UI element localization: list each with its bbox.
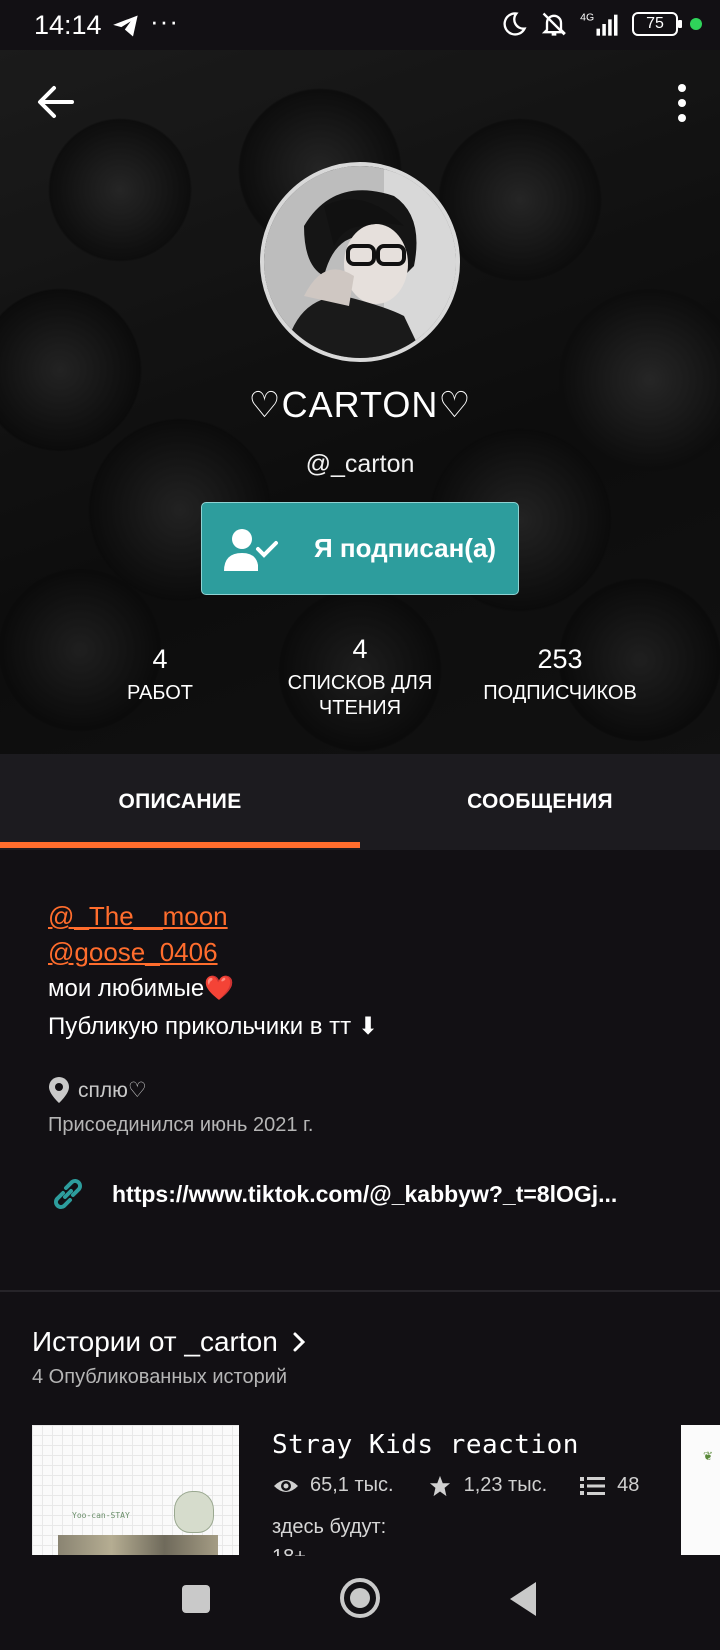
system-nav-bar	[0, 1556, 720, 1650]
tab-description-label: ОПИСАНИЕ	[118, 790, 242, 813]
stories-header[interactable]: Истории от _carton	[32, 1326, 306, 1358]
stories-title: Истории от _carton	[32, 1326, 278, 1357]
home-button[interactable]	[340, 1578, 380, 1618]
tab-messages-label: СООБЩЕНИЯ	[467, 790, 613, 813]
profile-header: ♡CARTON♡ @_carton Я подписан(а) 4 РАБОТ …	[0, 50, 720, 754]
status-time: 14:14	[34, 10, 102, 40]
status-icons: 4G 75	[500, 10, 702, 38]
story-description-cutoff: 18+	[272, 1546, 306, 1556]
profile-description: @_The__moon @goose_0406 мои любимые❤️ Пу…	[48, 898, 688, 1046]
stat-reading-lists[interactable]: 4 СПИСКОВ ДЛЯ ЧТЕНИЯ	[270, 634, 450, 721]
stories-count: 4 Опубликованных историй	[32, 1366, 288, 1388]
more-notifications-icon: ···	[150, 6, 179, 36]
avatar-image	[264, 166, 456, 358]
link-icon	[54, 1179, 82, 1209]
story-title[interactable]: Stray Kids reaction	[272, 1430, 579, 1460]
recents-button[interactable]	[182, 1585, 210, 1613]
following-label: Я подписан(а)	[314, 533, 497, 563]
reading-lists-label-line1: СПИСКОВ ДЛЯ	[287, 672, 433, 694]
location: сплю♡	[48, 1076, 147, 1104]
story-cover[interactable]: Yoo-can-STAY	[32, 1425, 239, 1555]
bio-line: мои любимые❤️	[48, 970, 688, 1008]
link-url: https://www.tiktok.com/@_kabbyw?_t=8lOGj…	[112, 1180, 618, 1207]
display-name: ♡CARTON♡	[248, 384, 472, 425]
story-views: 65,1 тыс.	[310, 1474, 394, 1496]
moon-icon	[503, 12, 527, 36]
tab-description[interactable]: ОПИСАНИЕ	[0, 754, 360, 850]
story-description: здесь будут:	[272, 1516, 387, 1538]
status-bar: 14:14 ··· 4G 75	[0, 0, 720, 50]
chevron-right-icon	[293, 1332, 305, 1352]
heart-emoji: ❤️	[204, 975, 235, 1002]
profile-tabs: ОПИСАНИЕ СООБЩЕНИЯ	[0, 754, 720, 850]
external-link[interactable]: https://www.tiktok.com/@_kabbyw?_t=8lOGj…	[48, 1170, 688, 1218]
bio-line: Публикую прикольчики в тт ⬇	[48, 1013, 378, 1040]
location-pin-icon	[49, 1077, 69, 1103]
join-date: Присоединился июнь 2021 г.	[48, 1114, 314, 1136]
avatar[interactable]	[260, 162, 460, 362]
story-parts: 48	[617, 1474, 640, 1496]
location-text: сплю♡	[78, 1078, 147, 1102]
cover-illustration	[174, 1491, 214, 1533]
bell-off-icon	[541, 12, 567, 36]
story-votes: 1,23 тыс.	[463, 1474, 548, 1496]
bio-text: мои любимые	[48, 975, 205, 1002]
telegram-icon	[113, 15, 138, 37]
reading-lists-count: 4	[352, 634, 368, 664]
more-options-icon[interactable]	[674, 84, 690, 122]
active-tab-indicator	[0, 842, 360, 848]
eye-icon	[274, 1479, 298, 1492]
next-story-cover[interactable]: ❦	[681, 1425, 720, 1555]
cover-photo-strip	[58, 1535, 218, 1555]
mention-link[interactable]: @_The__moon	[48, 898, 688, 934]
tab-messages[interactable]: СООБЩЕНИЯ	[360, 754, 720, 850]
works-count: 4	[152, 644, 168, 674]
back-button[interactable]	[510, 1582, 536, 1616]
privacy-indicator	[690, 18, 702, 30]
star-icon	[429, 1475, 450, 1496]
list-icon	[580, 1476, 606, 1495]
username: @_carton	[305, 450, 415, 478]
sprout-icon: ❦	[703, 1449, 714, 1463]
user-check-icon	[224, 529, 278, 571]
followers-count: 253	[537, 644, 583, 674]
signal-icon: 4G	[580, 12, 618, 36]
battery-level: 75	[646, 15, 664, 32]
section-divider	[0, 1290, 720, 1292]
mention-link[interactable]: @goose_0406	[48, 934, 688, 970]
battery-icon: 75	[632, 12, 682, 36]
works-label: РАБОТ	[126, 682, 193, 704]
followers-label: ПОДПИСЧИКОВ	[483, 682, 637, 704]
cover-text: Yoo-can-STAY	[72, 1511, 130, 1520]
back-arrow-icon[interactable]	[36, 82, 76, 122]
following-button[interactable]: Я подписан(а)	[201, 502, 519, 595]
stat-works[interactable]: 4 РАБОТ	[100, 644, 220, 706]
reading-lists-label-line2: ЧТЕНИЯ	[318, 697, 402, 719]
story-stats: 65,1 тыс. 1,23 тыс. 48	[272, 1474, 639, 1497]
stat-followers[interactable]: 253 ПОДПИСЧИКОВ	[470, 644, 650, 706]
svg-text:4G: 4G	[580, 12, 594, 24]
